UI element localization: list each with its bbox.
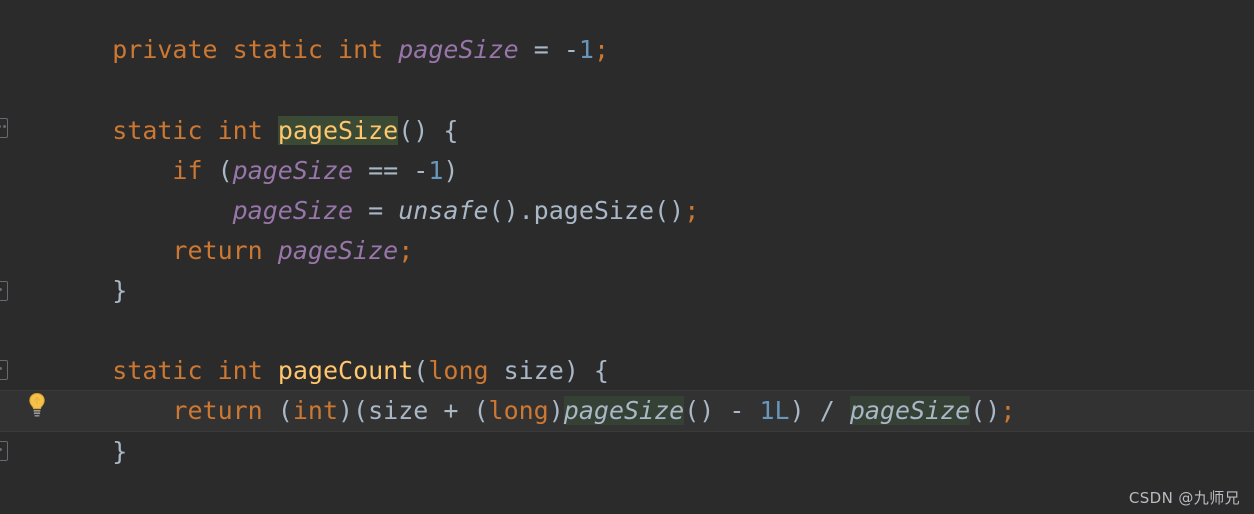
code-line[interactable] [0,311,1254,351]
lightbulb-icon [29,392,45,417]
code-token: ; [593,35,610,64]
code-line-text: } [52,271,127,311]
code-line[interactable]: private static int pageSize = -1; [0,30,1254,70]
code-token: int [338,35,384,64]
code-content-area[interactable]: private static int pageSize = -1; static… [0,0,1254,514]
code-token: - [563,35,579,64]
code-token: return [172,396,263,425]
code-token: ().pageSize() [488,196,685,225]
code-line-text: } [52,432,127,472]
code-line[interactable]: } [0,271,1254,311]
code-token: } [112,276,128,305]
code-fold-marker[interactable] [0,360,8,380]
code-token: long [428,356,489,385]
code-token: return [172,236,263,265]
code-token: ( [262,396,293,425]
code-line-text: return (int)(size + (long)pageSize() - 1… [52,391,1015,431]
code-token: pageSize [232,196,354,225]
code-token: ( [413,356,429,385]
code-token: if [172,156,203,185]
code-line[interactable] [0,70,1254,110]
code-line[interactable]: if (pageSize == -1) [0,151,1254,191]
code-token: static [112,356,203,385]
code-token: () [970,396,1001,425]
code-line[interactable]: pageSize = unsafe().pageSize(); [0,191,1254,231]
code-fold-marker[interactable] [0,281,8,301]
code-token: () - [684,396,760,425]
code-token: - [413,156,429,185]
code-token: = [353,196,399,225]
code-token: } [112,437,128,466]
code-token: size) { [488,356,609,385]
code-line-text: static int pageCount(long size) { [52,351,609,391]
code-token: () { [398,116,459,145]
code-token: ) [443,156,459,185]
code-token: pageSize [849,396,971,425]
code-line-text: static int pageSize() { [52,111,458,151]
code-token: == [353,156,414,185]
code-token: ; [684,196,700,225]
code-line-text: private static int pageSize = -1; [52,30,609,70]
code-token: pageSize [277,236,399,265]
code-token: pageCount [277,356,414,385]
code-token: ) / [789,396,850,425]
code-editor-screenshot: private static int pageSize = -1; static… [0,0,1254,514]
csdn-watermark: CSDN @九师兄 [1128,489,1240,507]
code-token: pageSize [277,116,399,145]
code-token: static [232,35,323,64]
code-token: pageSize [232,156,354,185]
intention-action-lightbulb[interactable] [26,392,48,418]
code-token: int [217,356,263,385]
code-line[interactable]: static int pageSize() { [0,111,1254,151]
code-fold-marker[interactable] [0,118,8,138]
code-token: ) [548,396,564,425]
code-line-text: if (pageSize == -1) [52,151,458,191]
code-token: private [112,35,218,64]
code-token: ; [1000,396,1016,425]
code-token: int [217,116,263,145]
code-token: static [112,116,203,145]
code-token: ( [202,156,233,185]
code-token: 1L [759,396,790,425]
code-line[interactable]: return (int)(size + (long)pageSize() - 1… [0,391,1254,431]
code-token: 1 [578,35,594,64]
code-token: unsafe [398,196,489,225]
code-line[interactable]: return pageSize; [0,231,1254,271]
code-token: 1 [428,156,444,185]
code-token: ; [398,236,414,265]
code-token: )(size + ( [338,396,489,425]
code-line-text: pageSize = unsafe().pageSize(); [52,191,700,231]
code-token: = [533,35,549,64]
code-line[interactable]: static int pageCount(long size) { [0,351,1254,391]
code-fold-marker[interactable] [0,441,8,461]
code-line-text: return pageSize; [52,231,413,271]
code-token: pageSize [398,35,519,64]
code-line[interactable]: } [0,432,1254,472]
code-token: int [292,396,338,425]
code-token: pageSize [563,396,685,425]
code-token: long [488,396,549,425]
